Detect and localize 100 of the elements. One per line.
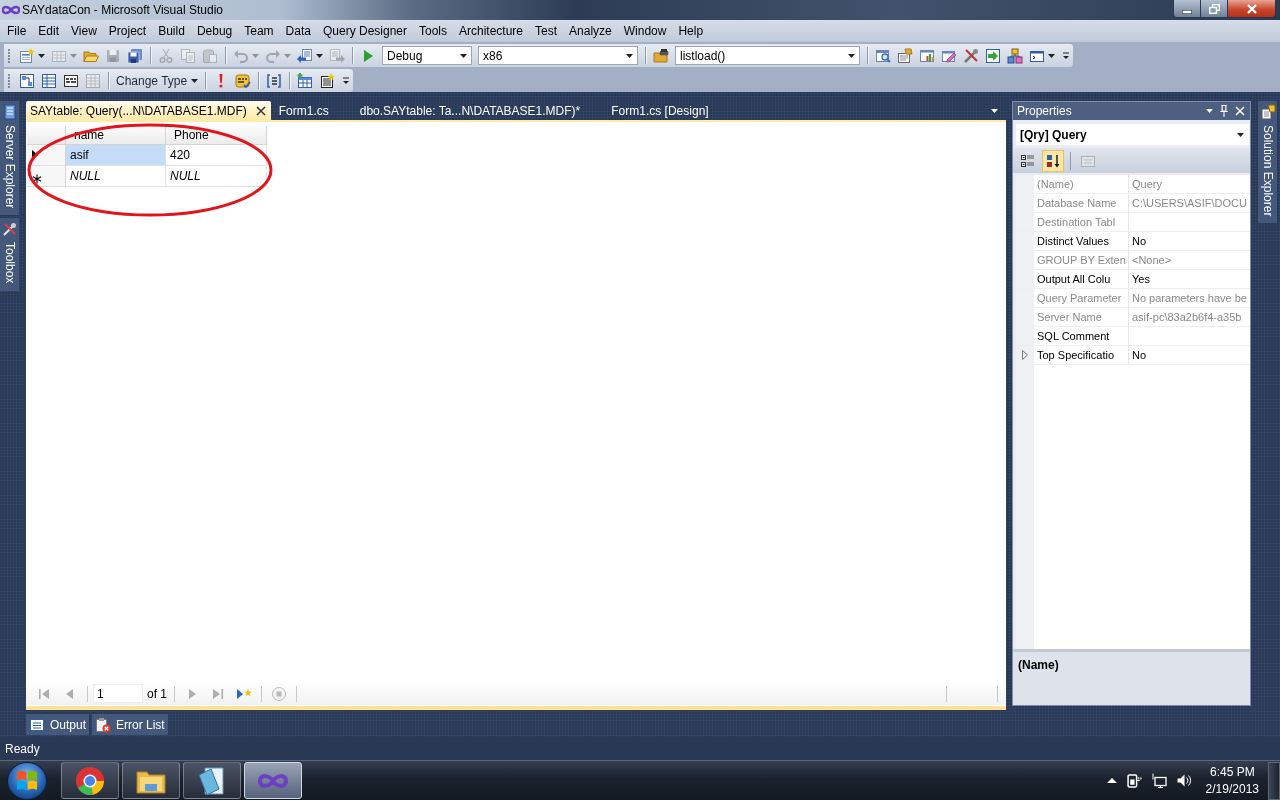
menu-item[interactable]: Test	[529, 21, 564, 41]
menu-item[interactable]: Debug	[190, 21, 239, 41]
crossed-tools-icon	[1, 221, 18, 238]
menu-item[interactable]: Build	[152, 21, 191, 41]
tool-tab[interactable]: Output	[26, 714, 90, 735]
pin-icon[interactable]	[1220, 105, 1228, 117]
property-name: Database Name	[1034, 194, 1129, 212]
caret-icon[interactable]	[626, 53, 633, 58]
document-tab[interactable]: SAYtable: Query(...N\DATABASE1.MDF)	[26, 101, 271, 120]
monitor-icon[interactable]	[1151, 773, 1167, 788]
window-search-icon[interactable]	[875, 47, 891, 64]
clock-date[interactable]: 2/19/2013	[1205, 780, 1259, 798]
table-cell[interactable]: NULL	[166, 166, 267, 187]
grip-icon[interactable]	[7, 48, 11, 63]
menu-item[interactable]: Analyze	[563, 21, 618, 41]
menu-item[interactable]: Tools	[413, 21, 453, 41]
sparkle-table-icon[interactable]	[319, 72, 336, 89]
floppy-disks-icon[interactable]	[127, 47, 143, 64]
dropdown[interactable]: listload()	[675, 46, 860, 65]
menu-item[interactable]: Architecture	[453, 21, 530, 41]
property-value[interactable]: No	[1129, 346, 1250, 364]
arrow-box-icon[interactable]	[985, 47, 1001, 64]
clock-time[interactable]: 6:45 PM	[1209, 763, 1255, 781]
property-value: <None>	[1131, 253, 1173, 268]
new-row-icon	[32, 174, 42, 184]
check-badge-icon[interactable]	[235, 72, 252, 89]
close-icon[interactable]	[255, 105, 266, 116]
diagram-icon[interactable]	[19, 72, 35, 89]
dropdown[interactable]: Debug	[382, 46, 472, 65]
side-tab[interactable]: Toolbox	[0, 218, 19, 291]
caret-icon[interactable]	[38, 53, 45, 58]
document-tab[interactable]: Form1.cs	[274, 101, 356, 120]
property-name: Output All Colu	[1034, 270, 1129, 288]
document-tab[interactable]: dbo.SAYtable: Ta...N\DATABASE1.MDF)*	[355, 101, 608, 120]
sort-icon[interactable]	[1042, 149, 1064, 172]
property-name: GROUP BY Exten	[1034, 251, 1129, 269]
table-cell[interactable]: 420	[166, 145, 267, 166]
crossed-tools-icon[interactable]	[963, 47, 979, 64]
menu-item[interactable]: Team	[238, 21, 280, 41]
close-icon	[1246, 3, 1257, 14]
document-tab[interactable]: Form1.cs [Design]	[607, 101, 736, 120]
plug-icon[interactable]	[1126, 773, 1142, 788]
speaker-icon[interactable]	[1176, 774, 1192, 787]
table-cell[interactable]: NULL	[66, 166, 166, 187]
property-value[interactable]: Yes	[1129, 270, 1250, 288]
menu-item[interactable]: Window	[617, 21, 673, 41]
menu-item[interactable]: Edit	[32, 21, 66, 41]
close-button[interactable]	[1228, 0, 1276, 18]
side-tab[interactable]: Server Explorer	[0, 101, 19, 216]
brackets-list-icon[interactable]	[266, 72, 283, 89]
property-name: SQL Comment	[1034, 327, 1129, 345]
menu-item[interactable]: View	[65, 21, 103, 41]
text-pane-icon[interactable]	[63, 72, 79, 89]
input-field[interactable]: 1	[93, 684, 143, 703]
table-icon[interactable]	[41, 72, 57, 89]
minimize-button[interactable]	[1173, 0, 1201, 18]
overflow-icon[interactable]	[1062, 52, 1070, 59]
menu-item[interactable]: Help	[672, 21, 710, 41]
property-name: Destination Tabl	[1034, 213, 1129, 231]
expander-icon[interactable]	[1022, 350, 1028, 360]
pane-title: Properties	[1017, 104, 1072, 118]
caret-icon[interactable]	[991, 108, 998, 113]
caret-icon[interactable]	[191, 78, 199, 83]
dropdown[interactable]: x86	[478, 46, 638, 65]
table-cell[interactable]: asif	[66, 145, 166, 166]
window-chart-icon[interactable]	[919, 47, 935, 64]
window-title: SAYdataCon - Microsoft Visual Studio	[22, 3, 223, 17]
caret-icon[interactable]	[1206, 109, 1213, 113]
show-desktop-button[interactable]	[1268, 761, 1280, 800]
list-window-icon	[29, 716, 45, 733]
side-tab[interactable]: Solution Explorer	[1258, 101, 1277, 224]
caret-icon[interactable]	[1237, 132, 1244, 137]
up-triangle-icon[interactable]	[1106, 778, 1117, 783]
new-page-icon[interactable]	[19, 47, 35, 64]
menu-item[interactable]: File	[1, 21, 33, 41]
back-arrow-icon[interactable]	[297, 47, 313, 64]
overflow-icon[interactable]	[342, 77, 351, 84]
folder-binoculars-icon[interactable]	[653, 47, 669, 64]
restore-button[interactable]	[1201, 0, 1228, 18]
tool-tab[interactable]: Error List	[92, 714, 168, 735]
squares-icon[interactable]	[1007, 47, 1023, 64]
current-row-icon	[32, 150, 38, 160]
property-name: Distinct Values	[1034, 232, 1129, 250]
caret-icon[interactable]	[1048, 53, 1055, 58]
grip-icon[interactable]	[7, 73, 11, 88]
circle-logo-icon	[74, 764, 106, 797]
caret-icon[interactable]	[460, 53, 467, 58]
caret-icon[interactable]	[848, 53, 855, 58]
start-button[interactable]	[7, 761, 47, 800]
menu-item[interactable]: Data	[279, 21, 317, 41]
table-plus-icon[interactable]	[297, 72, 314, 89]
menu-item[interactable]: Project	[102, 21, 153, 41]
dropdown-button[interactable]: Change Type	[113, 70, 202, 91]
property-value: C:\USERS\ASIF\DOCU	[1131, 196, 1248, 211]
menu-item[interactable]: Query Designer	[316, 21, 413, 41]
object-dropdown[interactable]: [Qry] Query	[1016, 124, 1249, 145]
row-header[interactable]	[27, 166, 66, 187]
caret-icon[interactable]	[316, 53, 323, 58]
window-tag-icon[interactable]	[897, 47, 913, 64]
property-value[interactable]: No	[1129, 232, 1250, 250]
